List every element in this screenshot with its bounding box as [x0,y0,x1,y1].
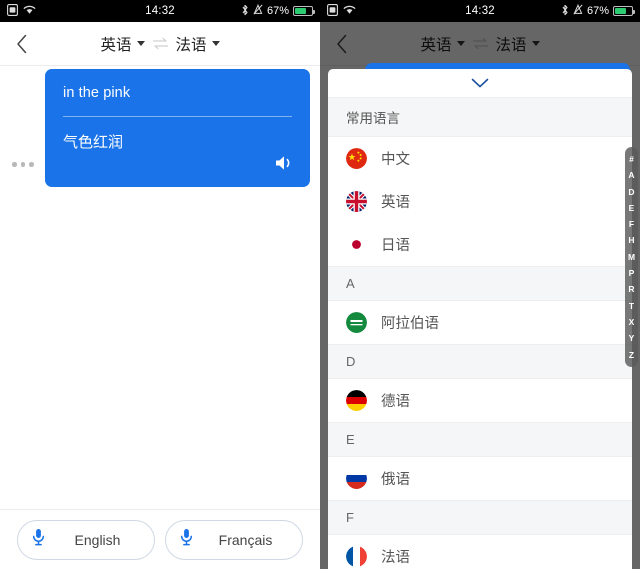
language-name: 中文 [381,152,410,168]
language-name: 阿拉伯语 [381,316,439,332]
battery-icon [293,6,315,16]
section-header: F [328,500,632,535]
translation-content-area: in the pink 气色红润 English Français [0,66,320,569]
language-name: 英语 [381,195,410,211]
back-chevron-icon [17,34,27,53]
language-list-item[interactable]: 俄语 [328,457,632,500]
mute-icon [573,3,583,18]
language-name: 德语 [381,394,410,410]
flag-saudi-arabia-icon [346,312,367,333]
language-name: 俄语 [381,472,410,488]
language-list-item[interactable]: 英语 [328,180,632,223]
swap-arrows-icon[interactable] [152,37,169,50]
index-letter[interactable]: D [628,184,634,200]
index-letter[interactable]: X [629,314,635,330]
index-letter[interactable]: H [628,232,634,248]
mic-button-english[interactable]: English [17,519,155,560]
language-name: 法语 [381,550,410,566]
card-source-text: in the pink [63,85,131,101]
index-letter[interactable]: # [629,151,634,167]
status-bar-right-icons: 67% [241,3,315,19]
microphone-icon [32,528,45,551]
bluetooth-icon [241,4,249,19]
index-letter[interactable]: A [628,167,634,183]
dual-screenshot-container: 14:32 67% 英语 法语 in the pink 气色红润 English… [0,0,640,569]
mute-icon [253,3,263,18]
language-pair-selector: 英语 法语 [0,33,320,55]
target-language-selector[interactable]: 法语 [176,33,220,55]
index-letter[interactable]: F [629,216,634,232]
source-language-label: 英语 [100,36,132,54]
index-letter[interactable]: R [628,281,634,297]
battery-percent-label: 67% [266,5,289,17]
target-language-label: 法语 [175,36,207,54]
language-list-item[interactable]: 中文 [328,137,632,180]
language-list[interactable]: 常用语言 中文 英语 日语 A 阿拉伯语 D 德语 E 俄语 F 法语 [328,97,632,569]
battery-icon [613,6,635,16]
more-options-icon[interactable] [12,162,34,167]
alphabet-index-bar[interactable]: # A D E F H M P R T X Y Z [625,147,638,367]
source-language-selector[interactable]: 英语 [100,33,145,55]
mic-button-label: English [74,531,121,548]
right-screen: 14:32 67% 英语 [320,0,640,569]
microphone-icon [180,528,193,551]
chevron-down-icon [136,41,145,46]
section-header: E [328,422,632,457]
status-bar-right-icons: 67% [561,3,635,19]
language-list-item[interactable]: 日语 [328,223,632,266]
card-translated-text: 气色红润 [63,134,124,151]
status-bar: 14:32 67% [320,0,640,22]
flag-uk-icon [346,191,367,212]
index-letter[interactable]: M [628,249,635,265]
card-divider [63,116,292,117]
translation-card[interactable]: in the pink 气色红润 [45,69,310,187]
status-bar: 14:32 67% [0,0,320,22]
flag-germany-icon [346,390,367,411]
battery-percent-label: 67% [586,5,609,17]
section-header: A [328,266,632,301]
flag-russia-icon [346,468,367,489]
section-header: 常用语言 [328,97,632,137]
mic-button-label: Français [218,531,273,548]
flag-japan-icon [346,234,367,255]
index-letter[interactable]: E [629,200,635,216]
language-picker-sheet: 常用语言 中文 英语 日语 A 阿拉伯语 D 德语 E 俄语 F 法语 [328,69,632,569]
index-letter[interactable]: P [629,265,635,281]
voice-input-bar: English Français [0,509,320,569]
bluetooth-icon [561,4,569,19]
back-button[interactable] [0,22,44,66]
language-list-item[interactable]: 德语 [328,379,632,422]
collapse-sheet-button[interactable] [328,69,632,97]
language-list-item[interactable]: 法语 [328,535,632,569]
mic-button-french[interactable]: Français [165,519,303,560]
flag-france-icon [346,546,367,567]
index-letter[interactable]: Z [629,347,634,363]
nav-bar: 英语 法语 [0,22,320,66]
language-name: 日语 [381,238,410,254]
flag-china-icon [346,148,367,169]
chevron-down-icon [471,78,489,87]
speaker-icon[interactable] [274,154,296,177]
index-letter[interactable]: Y [629,330,635,346]
chevron-down-icon [211,41,220,46]
language-list-item[interactable]: 阿拉伯语 [328,301,632,344]
section-header: D [328,344,632,379]
index-letter[interactable]: T [629,298,634,314]
left-screen: 14:32 67% 英语 法语 in the pink 气色红润 English… [0,0,320,569]
